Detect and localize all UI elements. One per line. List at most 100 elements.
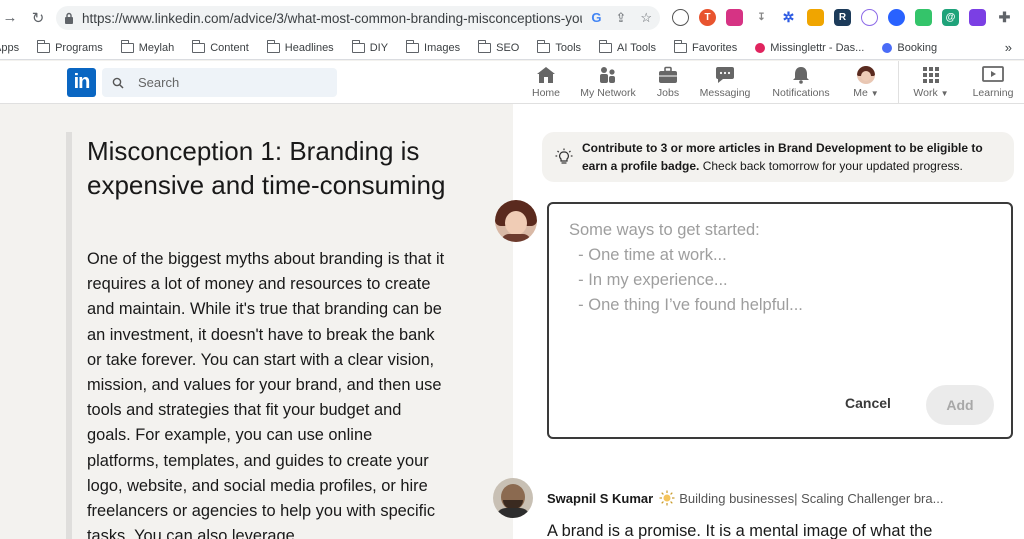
- bookmark-item[interactable]: Images: [406, 39, 461, 54]
- contribution-input[interactable]: Some ways to get started: - One time at …: [547, 202, 1013, 439]
- grid-icon: [923, 67, 939, 83]
- bookmark-item[interactable]: Booking: [882, 42, 937, 54]
- extension-icon[interactable]: T: [699, 9, 716, 26]
- extension-icon[interactable]: [861, 9, 878, 26]
- nav-me[interactable]: Me ▼: [848, 61, 884, 104]
- puzzle-icon[interactable]: ✚: [996, 9, 1013, 26]
- nav-jobs[interactable]: Jobs: [652, 61, 684, 104]
- bookmark-item[interactable]: AI Tools: [599, 39, 656, 54]
- expert-badge-icon: [659, 490, 675, 506]
- bookmark-label: Programs: [55, 41, 103, 54]
- extension-icon[interactable]: ↧: [753, 9, 770, 26]
- bookmark-label: Content: [210, 41, 249, 54]
- reload-icon[interactable]: ↻: [28, 9, 48, 27]
- cancel-button[interactable]: Cancel: [845, 395, 891, 411]
- commenter-avatar[interactable]: [493, 478, 533, 518]
- folder-icon: [673, 39, 687, 53]
- bookmark-item[interactable]: Headlines: [266, 39, 334, 54]
- share-icon[interactable]: ⇪: [615, 10, 626, 26]
- lightbulb-icon: [555, 148, 573, 164]
- lock-icon: [65, 12, 73, 24]
- nav-label: Jobs: [656, 87, 680, 99]
- comment-text: A brand is a promise. It is a mental ima…: [547, 522, 933, 539]
- favicon-icon: [882, 42, 893, 53]
- article-highlight-bar: [66, 132, 72, 539]
- extension-icon[interactable]: [726, 9, 743, 26]
- extension-icon[interactable]: [969, 9, 986, 26]
- nav-home[interactable]: Home: [527, 61, 565, 104]
- nav-label: Work ▼: [913, 87, 949, 99]
- extension-icon[interactable]: [672, 9, 689, 26]
- bookmark-item[interactable]: Content: [192, 39, 249, 54]
- folder-icon: [537, 39, 551, 53]
- extension-icon[interactable]: @: [942, 9, 959, 26]
- bookmark-item[interactable]: DIY: [351, 39, 389, 54]
- commenter-name[interactable]: Swapnil S Kumar: [547, 491, 653, 506]
- badge-banner: Contribute to 3 or more articles in Bran…: [542, 132, 1014, 182]
- search-placeholder: Search: [138, 75, 180, 90]
- nav-learning[interactable]: Learning: [970, 61, 1016, 104]
- bookmark-label: DIY: [369, 41, 389, 54]
- folder-icon: [478, 39, 492, 53]
- user-avatar: [495, 200, 537, 242]
- folder-icon: [351, 39, 365, 53]
- bookmark-label: Tools: [555, 41, 582, 54]
- nav-label: Home: [531, 87, 560, 99]
- folder-icon: [192, 39, 206, 53]
- linkedin-header: in Search Home My Network Jobs Messaging…: [0, 61, 1024, 104]
- folder-icon: [37, 39, 51, 53]
- url-text: https://www.linkedin.com/advice/3/what-m…: [82, 10, 582, 26]
- bookmark-label: Headlines: [284, 41, 334, 54]
- avatar: [857, 66, 875, 84]
- network-icon: [600, 67, 615, 83]
- star-icon[interactable]: ☆: [640, 10, 652, 26]
- folder-icon: [406, 39, 420, 53]
- home-icon: [537, 67, 555, 83]
- nav-notifications[interactable]: Notifications: [768, 61, 834, 104]
- nav-label: Messaging: [699, 87, 751, 99]
- address-bar[interactable]: https://www.linkedin.com/advice/3/what-m…: [56, 6, 660, 30]
- nav-label: Me ▼: [853, 87, 879, 99]
- nav-label: My Network: [580, 87, 636, 99]
- extensions-bar: T ↧ ✲ R @ ✚: [672, 9, 1013, 26]
- nav-work[interactable]: Work ▼: [910, 61, 952, 104]
- bookmark-label: Images: [424, 41, 461, 54]
- bookmark-item[interactable]: Tools: [537, 39, 582, 54]
- bookmarks-more-button[interactable]: »: [1005, 40, 1012, 55]
- forward-arrow-icon[interactable]: →: [0, 9, 20, 26]
- linkedin-logo[interactable]: in: [67, 68, 96, 97]
- nav-label: Learning: [972, 87, 1014, 99]
- bookmark-item[interactable]: Apps: [0, 42, 19, 54]
- bookmark-item[interactable]: Missinglettr - Das...: [755, 42, 864, 54]
- bookmark-label: Missinglettr - Das...: [770, 41, 865, 54]
- nav-my-network[interactable]: My Network: [577, 61, 639, 104]
- bookmark-label: Favorites: [691, 41, 738, 54]
- extension-icon[interactable]: [915, 9, 932, 26]
- add-button[interactable]: Add: [926, 385, 994, 425]
- extension-icon[interactable]: [888, 9, 905, 26]
- extension-icon[interactable]: [807, 9, 824, 26]
- google-icon[interactable]: G: [591, 10, 601, 26]
- bookmark-item[interactable]: Favorites: [673, 39, 738, 54]
- contribution-panel: Contribute to 3 or more articles in Bran…: [493, 104, 1024, 539]
- bookmark-label: SEO: [496, 41, 520, 54]
- folder-icon: [599, 39, 613, 53]
- nav-label: Notifications: [772, 87, 830, 99]
- nav-messaging[interactable]: Messaging: [697, 61, 753, 104]
- extension-icon[interactable]: R: [834, 9, 851, 26]
- bookmark-item[interactable]: SEO: [478, 39, 520, 54]
- bookmarks-bar: Apps Programs Meylah Content Headlines DIY Ima…: [0, 36, 1024, 60]
- extension-icon[interactable]: ✲: [780, 9, 797, 26]
- bell-icon: [793, 67, 809, 84]
- bookmark-item[interactable]: Meylah: [120, 39, 175, 54]
- article-section: Misconception 1: Branding is expensive a…: [0, 104, 513, 539]
- search-input[interactable]: Search: [102, 68, 337, 97]
- bookmark-item[interactable]: Programs: [37, 39, 103, 54]
- briefcase-icon: [659, 66, 677, 83]
- favicon-icon: [755, 42, 766, 53]
- chevron-down-icon: ▼: [940, 89, 949, 98]
- bookmark-label: Meylah: [138, 41, 175, 54]
- search-icon: [112, 77, 124, 89]
- commenter-info: Swapnil S Kumar Building businesses| Sca…: [547, 490, 943, 506]
- messaging-icon: [716, 67, 734, 83]
